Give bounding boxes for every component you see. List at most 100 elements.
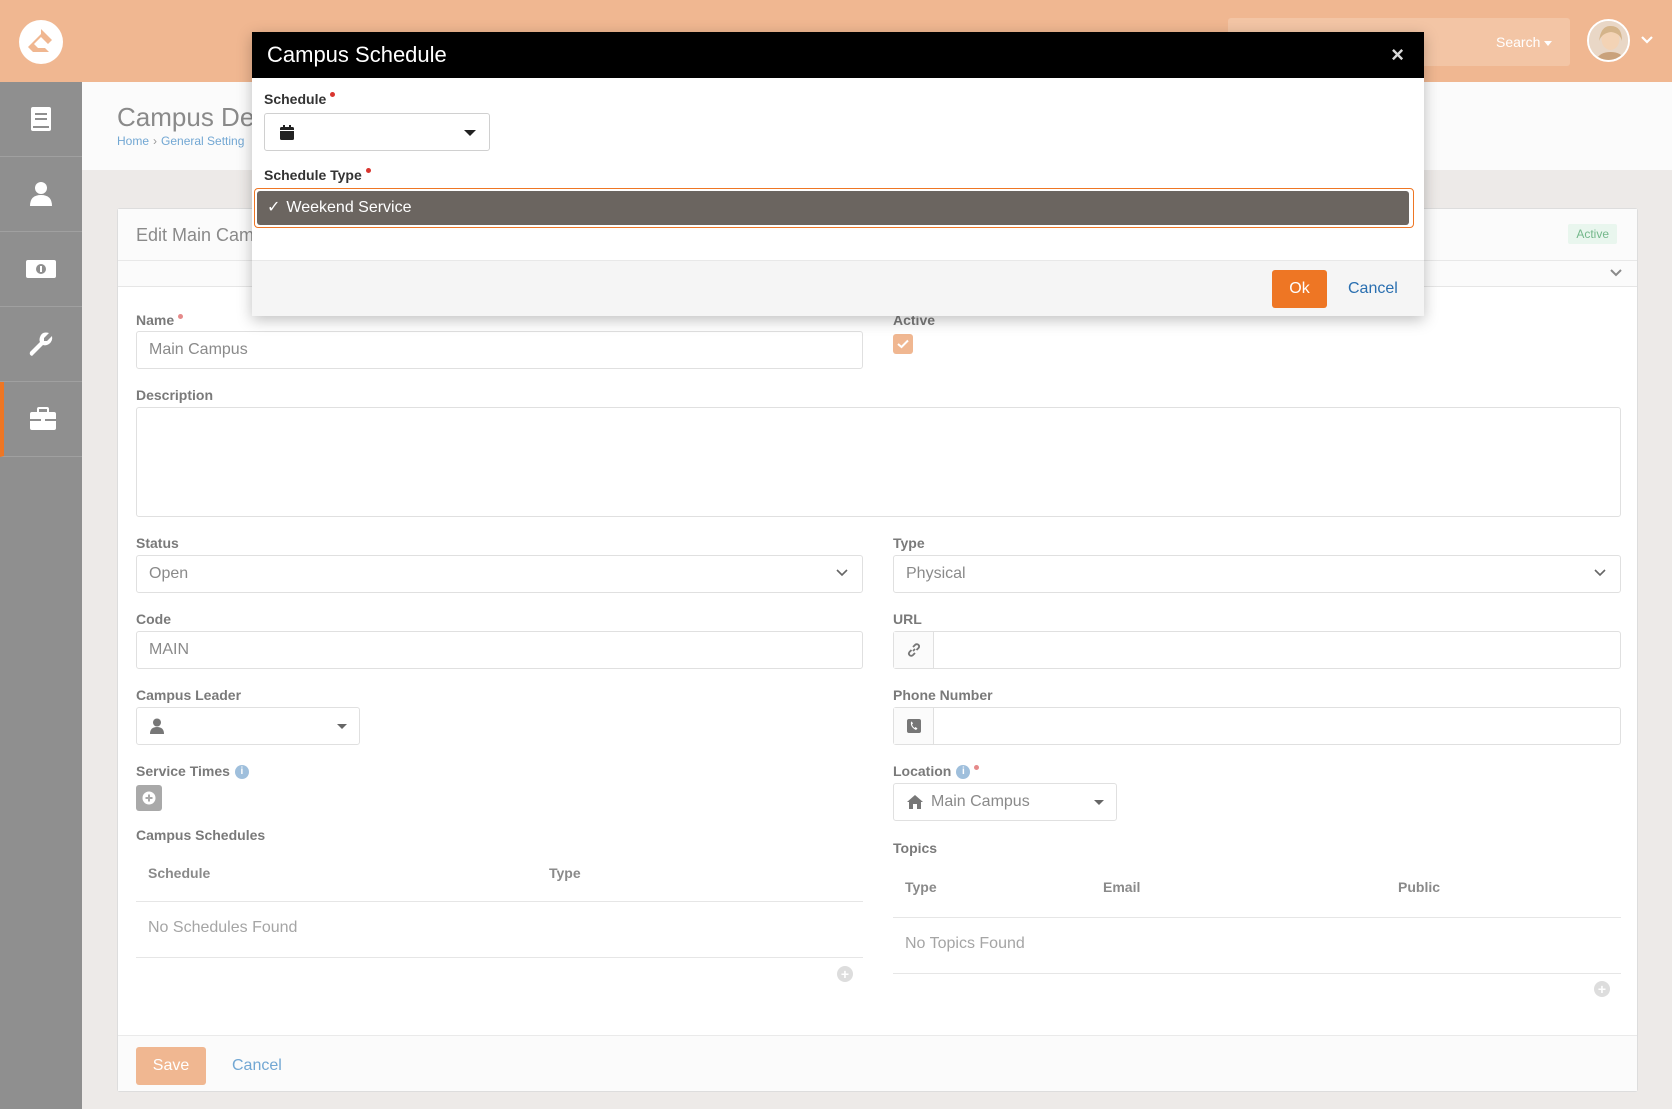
divider	[893, 973, 1621, 974]
cancel-button[interactable]: Cancel	[232, 1047, 282, 1085]
close-icon[interactable]: ×	[1391, 42, 1404, 68]
schedules-empty-text: No Schedules Found	[148, 919, 298, 936]
plus-circle-icon	[142, 791, 156, 805]
check-icon: ✓	[267, 199, 281, 216]
schedule-type-label: Schedule Type	[264, 167, 371, 183]
campus-leader-label: Campus Leader	[136, 687, 242, 703]
person-icon	[150, 718, 164, 734]
topics-col-type: Type	[905, 879, 937, 895]
info-icon[interactable]: i	[234, 765, 249, 780]
code-field[interactable]: MAIN	[136, 631, 863, 669]
modal-title: Campus Schedule	[267, 42, 447, 67]
phone-number-field[interactable]	[893, 707, 1621, 745]
schedule-picker[interactable]	[264, 113, 490, 151]
schedules-col-schedule: Schedule	[148, 865, 211, 881]
schedules-col-type: Type	[549, 865, 581, 881]
status-label: Status	[136, 535, 179, 551]
add-schedule-icon[interactable]: +	[837, 966, 853, 982]
caret-down-icon	[1094, 800, 1104, 805]
description-field[interactable]	[136, 407, 1621, 517]
money-icon	[26, 260, 56, 278]
topics-empty-text: No Topics Found	[905, 935, 1025, 952]
topics-label: Topics	[893, 840, 938, 856]
panel-footer: Save Cancel	[118, 1035, 1637, 1091]
chevron-down-icon	[1594, 569, 1606, 577]
location-label: Location i	[893, 763, 979, 780]
book-icon	[31, 107, 51, 131]
breadcrumb: Home › General Setting	[117, 134, 244, 148]
location-picker[interactable]: Main Campus	[893, 783, 1117, 821]
chevron-down-icon[interactable]	[1609, 265, 1623, 283]
type-label: Type	[893, 535, 925, 551]
name-field[interactable]: Main Campus	[136, 331, 863, 369]
code-label: Code	[136, 611, 171, 627]
ok-button[interactable]: Ok	[1272, 270, 1327, 308]
url-label: URL	[893, 611, 922, 627]
search-scope-button[interactable]: Search	[1486, 24, 1562, 60]
sidebar-item-people[interactable]	[0, 157, 82, 232]
chevron-right-icon: ›	[153, 134, 158, 148]
breadcrumb-home[interactable]: Home	[117, 134, 149, 148]
caret-down-icon	[337, 724, 347, 729]
modal-footer: Ok Cancel	[252, 260, 1424, 316]
caret-down-icon	[464, 130, 476, 136]
divider	[136, 901, 863, 902]
rock-logo-icon[interactable]	[19, 20, 63, 64]
campus-schedule-modal: Campus Schedule × Schedule Schedule Type…	[252, 32, 1424, 316]
divider	[136, 957, 863, 958]
status-value: Open	[149, 565, 189, 582]
service-times-text: Service Times	[136, 763, 230, 779]
sidebar-item-content[interactable]	[0, 82, 82, 157]
phone-number-label: Phone Number	[893, 687, 993, 703]
modal-cancel-button[interactable]: Cancel	[1348, 270, 1398, 308]
name-label: Name	[136, 312, 183, 328]
phone-icon	[894, 708, 934, 744]
topics-col-email: Email	[1103, 879, 1141, 895]
page-title: Campus De	[117, 102, 255, 132]
sidebar-item-tools[interactable]	[0, 307, 82, 382]
search-scope-label: Search	[1496, 34, 1541, 50]
wrench-icon	[29, 332, 53, 356]
info-icon[interactable]: i	[956, 765, 971, 780]
location-text: Location	[893, 763, 952, 779]
modal-header: Campus Schedule ×	[252, 32, 1424, 78]
location-value: Main Campus	[931, 793, 1030, 810]
divider	[893, 917, 1621, 918]
type-value: Physical	[906, 565, 966, 582]
home-icon	[907, 795, 923, 809]
name-value: Main Campus	[149, 341, 248, 358]
description-label: Description	[136, 387, 214, 403]
sidebar	[0, 82, 82, 1109]
check-icon	[897, 339, 909, 349]
briefcase-icon	[30, 407, 56, 430]
avatar[interactable]	[1587, 19, 1630, 62]
campus-schedules-label: Campus Schedules	[136, 827, 266, 843]
sidebar-item-admin[interactable]	[0, 382, 82, 457]
service-times-label: Service Times i	[136, 763, 249, 780]
schedule-type-select[interactable]: ✓ Weekend Service	[254, 188, 1414, 228]
chevron-down-icon	[836, 569, 848, 577]
type-select[interactable]: Physical	[893, 555, 1621, 593]
status-select[interactable]: Open	[136, 555, 863, 593]
code-value: MAIN	[149, 641, 189, 658]
edit-campus-panel: Edit Main Cam Active Name Main Campus Ac…	[117, 208, 1638, 1092]
add-topic-icon[interactable]: +	[1594, 981, 1610, 997]
status-badge: Active	[1568, 224, 1617, 244]
schedule-type-option-label: Weekend Service	[286, 199, 412, 216]
calendar-icon	[280, 125, 294, 140]
panel-title: Edit Main Cam	[136, 225, 255, 245]
topics-col-public: Public	[1398, 879, 1441, 895]
caret-down-icon	[1544, 40, 1553, 46]
add-service-time-button[interactable]	[136, 785, 162, 811]
url-field[interactable]	[893, 631, 1621, 669]
breadcrumb-general-settings[interactable]: General Setting	[161, 134, 244, 148]
person-icon	[30, 182, 52, 206]
schedule-type-option[interactable]: ✓ Weekend Service	[257, 191, 1409, 225]
campus-leader-picker[interactable]	[136, 707, 360, 745]
schedule-label: Schedule	[264, 91, 335, 107]
chevron-down-icon[interactable]	[1640, 32, 1654, 50]
save-button[interactable]: Save	[136, 1047, 206, 1085]
active-checkbox[interactable]	[893, 334, 913, 354]
sidebar-item-finance[interactable]	[0, 232, 82, 307]
link-icon	[894, 632, 934, 668]
